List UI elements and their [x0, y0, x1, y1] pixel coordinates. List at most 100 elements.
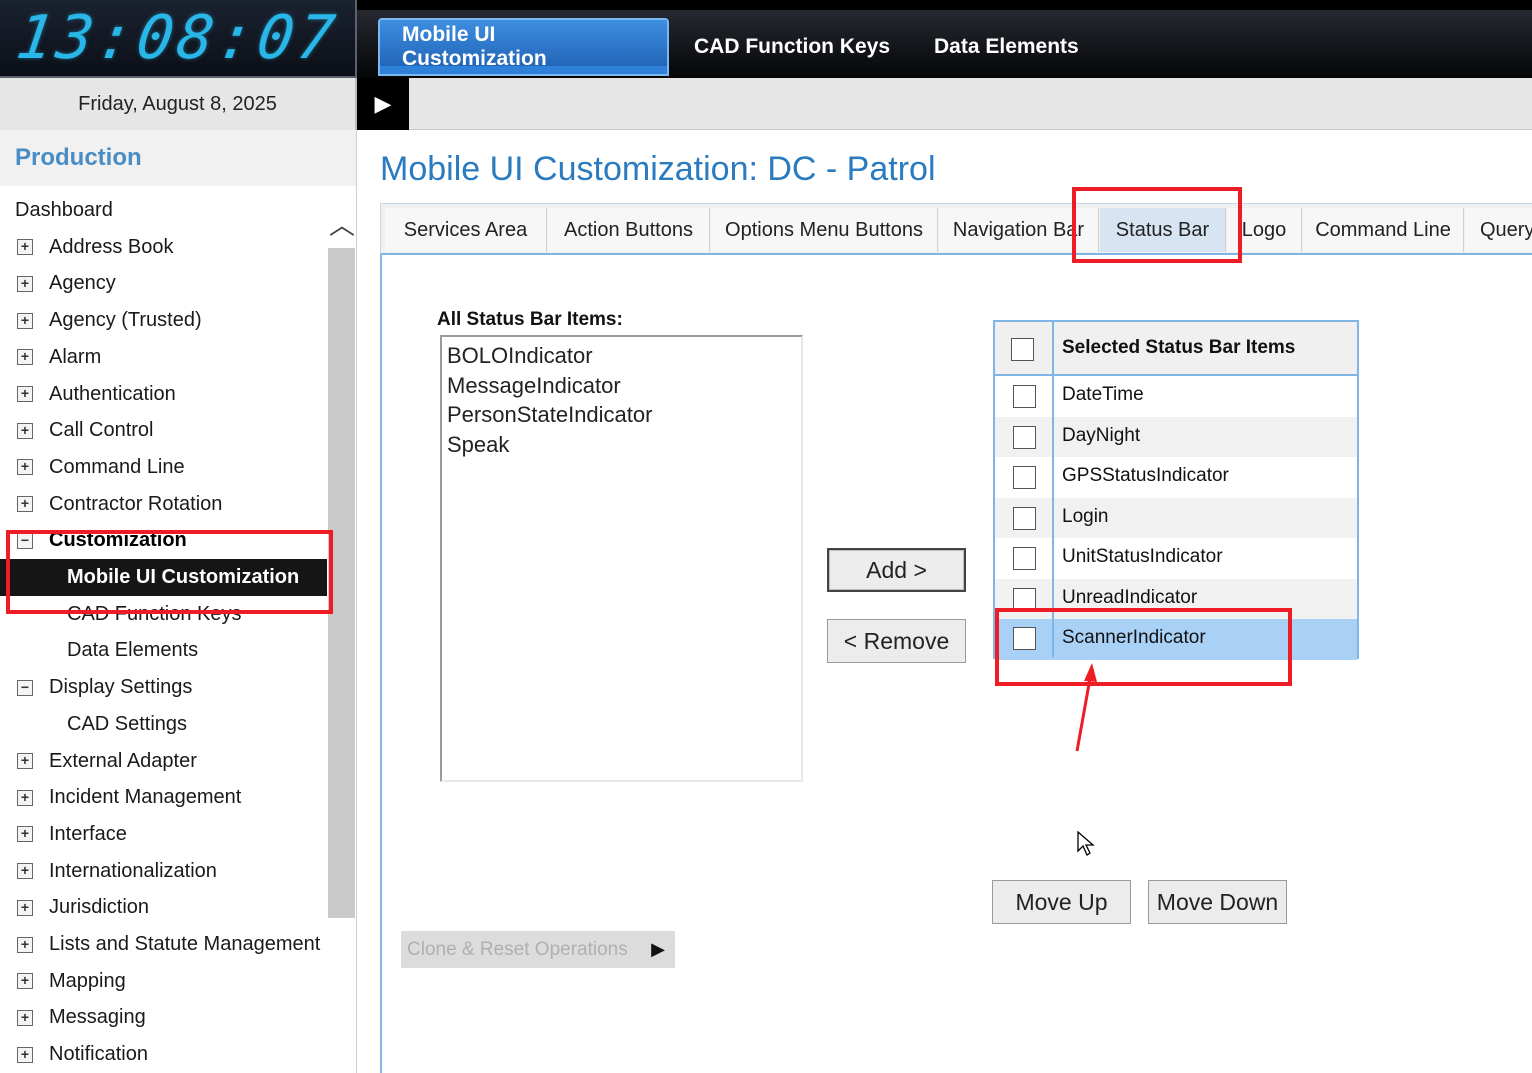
- row-checkbox[interactable]: [1013, 587, 1036, 611]
- selected-items-table: Selected Status Bar Items DateTime DayNi…: [993, 320, 1359, 660]
- sidebar-scrollbar[interactable]: ︿: [327, 186, 357, 1073]
- sidebar-item-data-elements[interactable]: Data Elements: [0, 632, 327, 669]
- sidebar-item-agency[interactable]: + Agency: [0, 265, 327, 302]
- expand-plus-icon[interactable]: +: [17, 789, 33, 806]
- expand-plus-icon[interactable]: +: [17, 422, 33, 439]
- sidebar-item-internationalization[interactable]: + Internationalization: [0, 853, 327, 890]
- expand-plus-icon[interactable]: +: [17, 753, 33, 769]
- expand-plus-icon[interactable]: +: [17, 349, 33, 366]
- table-row[interactable]: GPSStatusIndicator: [995, 457, 1357, 498]
- table-row[interactable]: DateTime: [995, 376, 1357, 417]
- sidebar-item-lists-and-statute-management[interactable]: + Lists and Statute Management: [0, 926, 327, 963]
- expand-plus-icon[interactable]: +: [17, 899, 33, 916]
- sidebar-item-label: Dashboard: [15, 199, 113, 221]
- sidebar-item-jurisdiction[interactable]: + Jurisdiction: [0, 889, 327, 926]
- expand-plus-icon[interactable]: +: [17, 1009, 33, 1026]
- sidebar-item-incident-management[interactable]: + Incident Management: [0, 779, 327, 816]
- sidebar-item-address-book[interactable]: + Address Book: [0, 229, 327, 266]
- sidebar-item-label: External Adapter: [49, 749, 197, 772]
- sidebar-nav: Dashboard + Address Book + Agency + Agency (Tr…: [0, 186, 327, 1073]
- expand-plus-icon[interactable]: +: [17, 1046, 33, 1063]
- row-label: UnitStatusIndicator: [1062, 546, 1223, 567]
- all-items-listbox[interactable]: BOLOIndicator MessageIndicator PersonSta…: [440, 335, 803, 782]
- sidebar-item-label: Alarm: [49, 345, 102, 368]
- scrollbar-thumb[interactable]: [328, 248, 355, 918]
- sidebar-item-customization[interactable]: − Customization: [0, 522, 327, 559]
- expand-plus-icon[interactable]: +: [17, 496, 33, 513]
- row-checkbox[interactable]: [1013, 385, 1036, 408]
- select-all-checkbox[interactable]: [1011, 338, 1034, 361]
- top-tab-cad-function-keys[interactable]: CAD Function Keys: [672, 18, 912, 76]
- sidebar-item-messaging[interactable]: + Messaging: [0, 999, 327, 1036]
- sidebar-item-display-settings[interactable]: − Display Settings: [0, 669, 327, 706]
- list-item[interactable]: Speak: [447, 430, 796, 460]
- sidebar-item-notification[interactable]: + Notification: [0, 1036, 327, 1073]
- sidebar-item-dashboard[interactable]: Dashboard: [0, 192, 327, 229]
- tab-options-menu-buttons[interactable]: Options Menu Buttons: [711, 208, 938, 252]
- sidebar-item-external-adapter[interactable]: + External Adapter: [0, 743, 327, 780]
- tab-services-area[interactable]: Services Area: [385, 208, 547, 252]
- table-row[interactable]: Login: [995, 497, 1357, 538]
- row-label: GPSStatusIndicator: [1062, 465, 1229, 486]
- sidebar-item-alarm[interactable]: + Alarm: [0, 339, 327, 376]
- expand-plus-icon[interactable]: +: [17, 936, 33, 953]
- expand-plus-icon[interactable]: +: [17, 973, 33, 990]
- sidebar-item-label: Messaging: [49, 1006, 146, 1029]
- sidebar-item-call-control[interactable]: + Call Control: [0, 412, 327, 449]
- tab-action-buttons[interactable]: Action Buttons: [548, 208, 710, 252]
- table-row[interactable]: UnreadIndicator: [995, 578, 1357, 619]
- sidebar-item-label: Customization: [49, 529, 187, 552]
- expand-plus-icon[interactable]: +: [17, 239, 33, 256]
- expand-plus-icon[interactable]: +: [17, 275, 33, 292]
- sidebar-item-agency-trusted[interactable]: + Agency (Trusted): [0, 302, 327, 339]
- row-checkbox[interactable]: [1013, 425, 1036, 449]
- row-checkbox[interactable]: [1013, 547, 1036, 570]
- top-tab-mobile-ui-customization[interactable]: Mobile UI Customization: [378, 18, 669, 76]
- row-checkbox[interactable]: [1013, 627, 1036, 650]
- expand-plus-icon[interactable]: +: [17, 826, 33, 843]
- move-down-button[interactable]: Move Down: [1148, 880, 1287, 924]
- table-row[interactable]: UnitStatusIndicator: [995, 538, 1357, 579]
- table-row[interactable]: DayNight: [995, 416, 1357, 457]
- expand-plus-icon[interactable]: +: [17, 312, 33, 329]
- row-label: ScannerIndicator: [1062, 627, 1206, 648]
- sidebar-item-label: Lists and Statute Management: [49, 933, 321, 955]
- expand-plus-icon[interactable]: +: [17, 863, 33, 880]
- tab-status-bar[interactable]: Status Bar: [1100, 208, 1226, 252]
- clone-reset-operations-button[interactable]: Clone & Reset Operations ▶: [401, 931, 675, 968]
- mouse-pointer-icon: [1077, 831, 1095, 856]
- add-button[interactable]: Add >: [827, 548, 966, 592]
- sidebar-item-authentication[interactable]: + Authentication: [0, 376, 327, 413]
- expand-plus-icon[interactable]: +: [17, 386, 33, 402]
- sidebar-item-contractor-rotation[interactable]: + Contractor Rotation: [0, 486, 327, 523]
- move-up-button[interactable]: Move Up: [992, 880, 1131, 924]
- expand-arrow-icon[interactable]: ▶: [357, 78, 409, 130]
- table-header-title: Selected Status Bar Items: [1062, 337, 1296, 358]
- table-row[interactable]: ScannerIndicator: [995, 619, 1357, 660]
- sidebar-item-label: Authentication: [49, 382, 176, 405]
- sidebar-item-label: CAD Function Keys: [67, 602, 242, 625]
- remove-button[interactable]: < Remove: [827, 619, 966, 663]
- collapse-minus-icon[interactable]: −: [17, 679, 33, 696]
- sidebar-item-command-line[interactable]: + Command Line: [0, 449, 327, 486]
- tab-query[interactable]: Query: [1465, 208, 1532, 252]
- collapse-minus-icon[interactable]: −: [17, 532, 33, 549]
- clock-panel: 13:08:07: [0, 0, 357, 78]
- row-checkbox[interactable]: [1013, 466, 1036, 489]
- row-checkbox[interactable]: [1013, 506, 1036, 530]
- list-item[interactable]: MessageIndicator: [447, 371, 796, 401]
- tab-logo[interactable]: Logo: [1227, 208, 1302, 252]
- sidebar-item-cad-function-keys[interactable]: CAD Function Keys: [0, 596, 327, 633]
- sidebar-item-interface[interactable]: + Interface: [0, 816, 327, 853]
- expand-plus-icon[interactable]: +: [17, 459, 33, 476]
- list-item[interactable]: PersonStateIndicator: [447, 400, 796, 430]
- sidebar-item-label: Notification: [49, 1043, 148, 1066]
- scroll-up-chevron-icon[interactable]: ︿: [327, 210, 357, 240]
- tab-command-line[interactable]: Command Line: [1303, 208, 1464, 252]
- sidebar-item-cad-settings[interactable]: CAD Settings: [0, 706, 327, 743]
- top-tab-data-elements[interactable]: Data Elements: [912, 18, 1101, 76]
- tab-navigation-bar[interactable]: Navigation Bar: [939, 208, 1099, 252]
- sidebar-item-mapping[interactable]: + Mapping: [0, 963, 327, 1000]
- sidebar-item-mobile-ui-customization[interactable]: Mobile UI Customization: [0, 559, 327, 596]
- list-item[interactable]: BOLOIndicator: [447, 341, 796, 371]
